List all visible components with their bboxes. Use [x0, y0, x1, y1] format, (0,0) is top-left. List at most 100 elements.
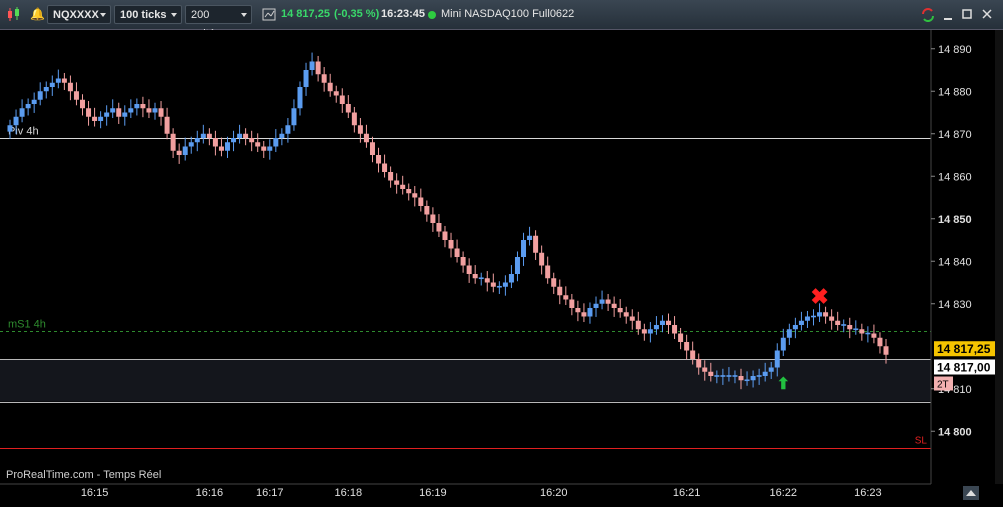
- candle-body: [218, 146, 224, 151]
- candle-body: [297, 87, 303, 109]
- candle-body: [19, 108, 25, 117]
- side-panel-edge[interactable]: [995, 30, 1003, 484]
- candle-body: [140, 104, 146, 109]
- candle-body: [545, 265, 551, 279]
- price-chart[interactable]: Piv 4h mS1 4h SL ✖ ⬆ 14 800 14 810 14 830 14 8…: [0, 30, 1003, 502]
- candle-body: [617, 308, 623, 313]
- minimize-glyph: [944, 18, 952, 20]
- candle-body: [110, 108, 116, 113]
- candle-body: [581, 312, 587, 317]
- candle-body: [635, 320, 641, 330]
- candle-body: [798, 320, 804, 325]
- candle-body: [514, 257, 520, 274]
- candle-body: [454, 248, 460, 257]
- chevron-down-icon: [100, 13, 106, 17]
- candle-body: [363, 133, 369, 143]
- candle-body: [273, 138, 279, 147]
- time-axis-panel: [0, 484, 1003, 502]
- candle-body: [478, 277, 484, 280]
- candle-body: [357, 125, 363, 134]
- candle-body: [551, 278, 557, 287]
- candle-body: [490, 282, 496, 287]
- candle-body: [611, 303, 617, 308]
- candle-body: [666, 320, 672, 325]
- settings-glyph: [262, 8, 276, 21]
- sync-icon[interactable]: [920, 5, 936, 24]
- candle-body: [714, 375, 720, 377]
- candle-body: [104, 112, 110, 117]
- sync-glyph: [922, 8, 934, 22]
- candle-body: [188, 142, 194, 147]
- candle-body: [394, 180, 400, 185]
- candle-body: [708, 371, 714, 376]
- price-zone-band: [0, 359, 931, 402]
- candle-body: [774, 350, 780, 368]
- units-selector[interactable]: 200 unités: [185, 5, 252, 40]
- y-tick-label: 14 840: [938, 256, 972, 268]
- candle-body: [696, 359, 702, 368]
- candle-body: [466, 265, 472, 274]
- candle-body: [31, 99, 37, 104]
- y-tick-label: 14 860: [938, 171, 972, 183]
- candle-body: [122, 112, 128, 117]
- bell-icon[interactable]: 🔔: [30, 5, 45, 24]
- candle-body: [841, 324, 847, 326]
- candle-body: [647, 329, 653, 334]
- candle-body: [116, 108, 122, 117]
- candle-body: [563, 295, 569, 300]
- candle-body: [79, 99, 85, 109]
- candle-body: [533, 235, 539, 253]
- candle-body: [315, 61, 321, 75]
- candle-body: [629, 316, 635, 321]
- candle-body: [768, 367, 774, 372]
- close-icon[interactable]: [981, 5, 993, 24]
- candle-body: [400, 184, 406, 189]
- candle-body: [327, 82, 333, 92]
- candle-body: [309, 61, 315, 70]
- candle-body: [55, 78, 61, 83]
- candlestick-icon[interactable]: [4, 5, 24, 24]
- candle-body: [194, 138, 200, 143]
- candle-body: [605, 299, 611, 304]
- candle-body: [134, 104, 140, 109]
- candle-body: [587, 308, 593, 317]
- candle-body: [388, 172, 394, 181]
- candle-body: [484, 278, 490, 283]
- candle-body: [672, 325, 678, 334]
- candle-body: [321, 74, 327, 83]
- minimize-icon[interactable]: [942, 5, 954, 24]
- y-tick-label: 14 850: [938, 214, 972, 226]
- candle-body: [339, 95, 345, 104]
- candle-body: [835, 320, 841, 325]
- price-tag-label: 14 817,00: [937, 361, 991, 375]
- candle-body: [146, 108, 152, 113]
- candle-body: [418, 197, 424, 206]
- candle-body: [170, 133, 176, 151]
- x-tick-label: 16:20: [540, 487, 568, 499]
- candle-body: [267, 146, 273, 151]
- candle-body: [224, 142, 230, 151]
- candle-body: [599, 299, 605, 304]
- candle-body: [7, 125, 13, 132]
- x-tick-label: 16:22: [770, 487, 798, 499]
- candle-body: [406, 189, 412, 194]
- candle-body: [786, 329, 792, 338]
- candle-body: [243, 133, 249, 138]
- symbol-selector[interactable]: NQXXXX: [47, 5, 111, 24]
- candle-body: [659, 320, 665, 325]
- candle-body: [249, 138, 255, 143]
- maximize-icon[interactable]: [961, 5, 973, 24]
- candle-body: [732, 375, 738, 377]
- candle-body: [853, 328, 859, 331]
- candle-body: [200, 133, 206, 138]
- candle-body: [847, 325, 853, 330]
- period-selector[interactable]: 100 ticks: [114, 5, 182, 24]
- candle-body: [164, 116, 170, 134]
- y-tick-label: 14 890: [938, 44, 972, 56]
- x-tick-label: 16:18: [335, 487, 363, 499]
- candle-body: [575, 308, 581, 313]
- symbol-label: NQXXXX: [53, 9, 99, 21]
- chevron-down-icon: [241, 13, 247, 17]
- candle-body: [539, 252, 545, 266]
- chart-settings-icon[interactable]: [262, 5, 276, 24]
